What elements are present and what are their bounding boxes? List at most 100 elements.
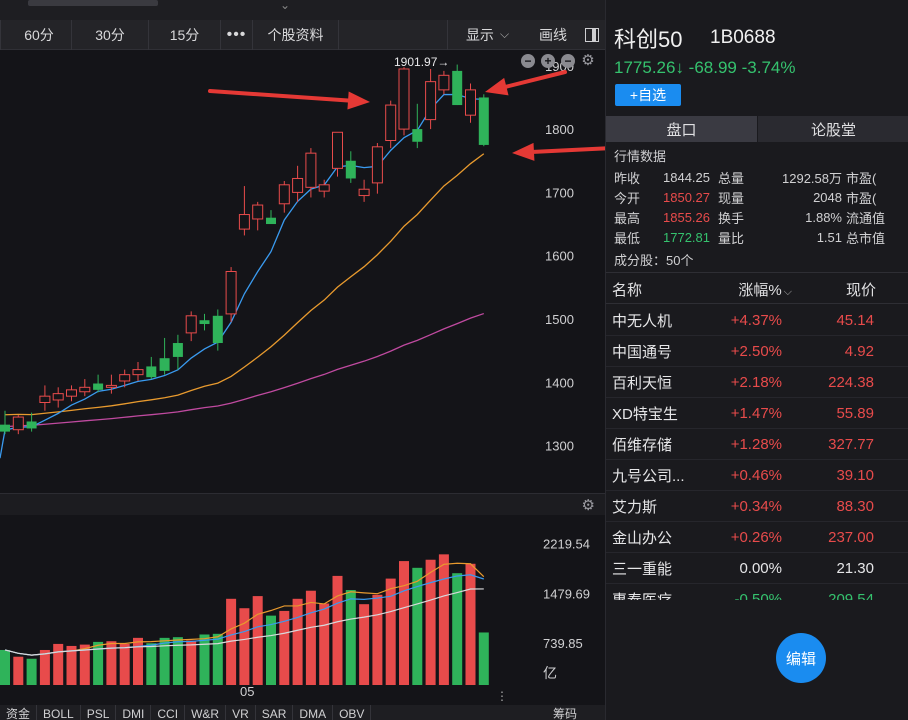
y-tick-label: 1600 [545, 249, 574, 264]
indicator-tab-obv[interactable]: OBV [333, 705, 372, 720]
volume-svg: 2219.54 1479.69 739.85 亿 05 ⋮ [0, 537, 590, 703]
indicator-tab-sar[interactable]: SAR [256, 705, 294, 720]
tab-forum[interactable]: 论股堂 [757, 116, 908, 142]
indicator-tab-dma[interactable]: DMA [293, 705, 334, 720]
arrow-shaft [504, 70, 567, 89]
constituents-count: 成分股：50个 [614, 253, 694, 268]
stock-name: 中国通号 [612, 343, 673, 361]
x-axis-date-label: 05 [240, 684, 254, 699]
list-item[interactable]: 中无人机 +4.37% 45.14 [606, 305, 908, 336]
quote-value: 1772.81 [663, 229, 710, 245]
top-strip-dropdown-icon[interactable]: ⌄ [280, 0, 290, 12]
zoom-controls: − + − ⚙ [521, 53, 595, 68]
volume-bar [319, 603, 330, 685]
volume-bar [159, 637, 170, 685]
indicator-tab-cci[interactable]: CCI [151, 705, 186, 720]
stock-name: 艾力斯 [612, 498, 658, 516]
quote-label: 现量 [718, 190, 745, 206]
stock-name: 三一重能 [612, 560, 673, 578]
indicator-tab-dmi[interactable]: DMI [116, 705, 152, 720]
volume-bar [119, 643, 130, 685]
list-item[interactable]: 三一重能 0.00% 21.30 [606, 553, 908, 584]
candle-body [278, 184, 290, 205]
column-header-change[interactable]: 涨幅% ⌵ [706, 279, 792, 300]
indicator-tab-boll[interactable]: BOLL [37, 705, 81, 720]
remove-indicator-icon[interactable]: − [561, 54, 575, 68]
stock-change: +4.37% [730, 311, 782, 329]
volume-bar [26, 658, 37, 685]
stock-name: 九号公司... [612, 467, 685, 485]
indicator-tab-vr[interactable]: VR [226, 705, 256, 720]
quote-row: 最高 1855.26 换手 1.88% 流通值 [614, 207, 908, 227]
annotation-arrow-left [208, 89, 370, 110]
volume-bar [212, 633, 223, 685]
candle-body [425, 81, 437, 121]
list-item[interactable]: 惠泰医疗 -0.50% 209.54 [606, 584, 908, 601]
zoom-out-icon[interactable]: − [521, 54, 535, 68]
volume-bar [332, 575, 343, 685]
stock-info-button[interactable]: 个股资料 [253, 19, 339, 50]
volume-header: ⚙ [0, 493, 605, 515]
panel-icon [585, 27, 599, 42]
list-item[interactable]: 金山办公 +0.26% 237.00 [606, 522, 908, 553]
indicator-tab-psl[interactable]: PSL [81, 705, 117, 720]
display-dropdown[interactable]: 显示 ⌵ [447, 19, 527, 50]
add-watchlist-button[interactable]: +自选 [615, 84, 681, 106]
index-code: 1B0688 [710, 27, 776, 48]
more-periods-button[interactable]: ••• [221, 19, 253, 50]
column-header-price: 现价 [845, 282, 876, 299]
volume-settings-icon[interactable]: ⚙ [582, 496, 595, 514]
candle-body [412, 129, 423, 142]
period-30min-button[interactable]: 30分 [72, 19, 149, 50]
candle-body [146, 366, 157, 378]
list-item[interactable]: 百利天恒 +2.18% 224.38 [606, 367, 908, 398]
period-60min-button[interactable]: 60分 [0, 19, 72, 50]
quote-row: 今开 1850.27 现量 2048 市盈( [614, 187, 908, 207]
chart-settings-icon[interactable]: ⚙ [581, 53, 595, 68]
y-tick-label: 1700 [545, 185, 574, 200]
candle-body [358, 188, 370, 197]
quote-panel: 科创50 1B0688 1775.26↓ -68.99 -3.74% +自选 盘… [605, 0, 908, 720]
edit-button[interactable]: 编辑 [776, 633, 826, 683]
vertical-dots-icon: ⋮ [496, 689, 508, 703]
candle-body [66, 389, 77, 397]
candle-body [332, 131, 343, 169]
volume-bar [345, 590, 356, 685]
draw-line-button[interactable]: 画线 [527, 20, 579, 50]
stock-name: XD特宝生 [612, 405, 678, 423]
tab-order-book[interactable]: 盘口 [606, 116, 757, 142]
candle-body [119, 374, 131, 382]
candle-body [452, 70, 463, 106]
candle-body [305, 152, 317, 188]
period-15min-button[interactable]: 15分 [149, 19, 221, 50]
stock-name: 佰维存储 [612, 436, 673, 454]
indicator-tab-funds[interactable]: 资金 [0, 705, 38, 720]
candle-body [385, 104, 397, 141]
chips-tab[interactable]: 筹码 [525, 705, 605, 720]
quote-value: 2048 [813, 189, 842, 205]
indicator-tab-wr[interactable]: W&R [185, 705, 227, 720]
panel-toggle-button[interactable] [579, 20, 605, 50]
volume-tick-label: 1479.69 [543, 586, 590, 601]
candle-body [52, 393, 64, 401]
constituents-list: 中无人机 +4.37% 45.14 中国通号 +2.50% 4.92 百利天恒 +2.18% 2… [606, 305, 908, 600]
y-tick-label: 1500 [545, 312, 574, 327]
constituents-table-header: 名称 涨幅% ⌵ 现价 [606, 276, 908, 304]
candle-body [199, 320, 210, 325]
volume-chart[interactable]: 2219.54 1479.69 739.85 亿 05 ⋮ [0, 515, 605, 705]
candle-body [225, 271, 237, 315]
volume-bar [465, 563, 476, 685]
list-item[interactable]: XD特宝生 +1.47% 55.89 [606, 398, 908, 429]
kline-chart[interactable]: 1300 1400 1500 1600 1700 1800 1900 1901.97→ − +… [0, 50, 605, 495]
list-item[interactable]: 艾力斯 +0.34% 88.30 [606, 491, 908, 522]
stock-change: +0.26% [730, 528, 782, 546]
list-item[interactable]: 佰维存储 +1.28% 327.77 [606, 429, 908, 460]
list-item[interactable]: 中国通号 +2.50% 4.92 [606, 336, 908, 367]
quote-grid: 昨收 1844.25 总量 1292.58万 市盈( 今开 1850.27 现量… [614, 167, 908, 247]
candle-body [238, 214, 250, 230]
candle-body [172, 343, 183, 357]
zoom-in-icon[interactable]: + [541, 54, 555, 68]
stock-change: +0.34% [730, 497, 782, 515]
divider [606, 272, 908, 273]
list-item[interactable]: 九号公司... +0.46% 39.10 [606, 460, 908, 491]
